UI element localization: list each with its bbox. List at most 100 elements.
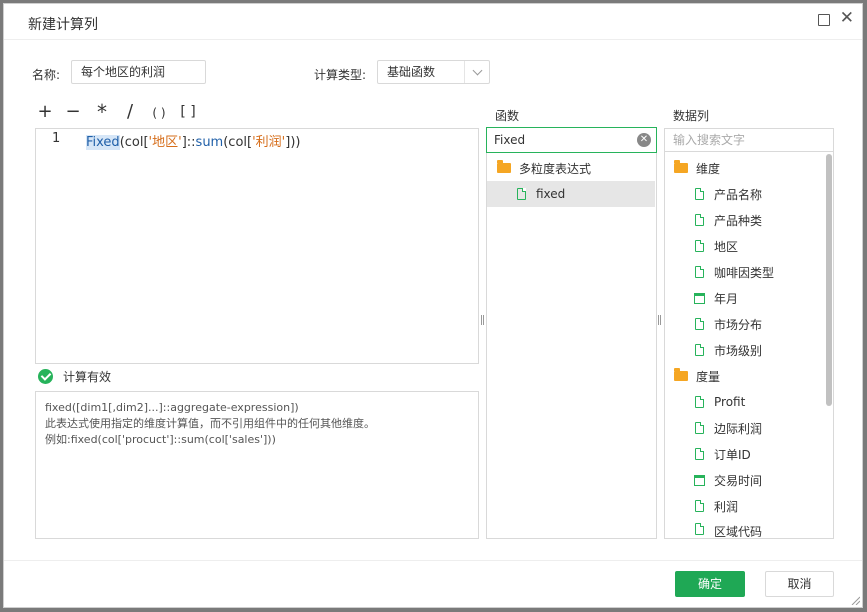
column-item-label: Profit [714, 395, 746, 409]
folder-open-icon [674, 368, 688, 381]
multiply-button[interactable]: * [88, 102, 116, 124]
code-token: ]:: [181, 135, 196, 150]
columns-header: 数据列 [673, 109, 710, 123]
code-token-string: '利润' [252, 135, 286, 150]
function-search-input[interactable]: Fixed ✕ [486, 127, 657, 153]
plus-button[interactable]: + [32, 102, 58, 124]
confirm-button[interactable]: 确定 [675, 571, 745, 597]
doc-icon [695, 214, 704, 226]
column-item-label: 边际利润 [714, 421, 763, 436]
column-item-label: 产品种类 [714, 213, 763, 228]
code-token-string: '地区' [148, 135, 182, 150]
doc-icon [695, 240, 704, 252]
brackets-button[interactable]: [ ] [174, 102, 202, 124]
calc-type-select[interactable]: 基础函数 [377, 60, 490, 84]
header-divider [4, 39, 862, 40]
parens-button[interactable]: ( ) [144, 102, 174, 124]
column-group-dimension[interactable]: 维度 [674, 155, 720, 181]
clear-icon[interactable]: ✕ [637, 133, 651, 147]
column-item-label: 产品名称 [714, 187, 763, 202]
column-item[interactable]: 市场级别 [695, 337, 762, 363]
doc-icon [695, 266, 704, 278]
function-doc-icon [517, 188, 526, 200]
selected-row-highlight [487, 181, 655, 207]
column-item-label: 市场级别 [714, 343, 763, 358]
column-item[interactable]: 订单ID [695, 441, 751, 467]
close-icon[interactable]: ✕ [840, 9, 854, 27]
help-line: fixed([dim1[,dim2]...]::aggregate-expres… [45, 401, 299, 414]
column-item[interactable]: 区域代码 [695, 519, 762, 537]
function-item-label: fixed [536, 187, 566, 201]
column-item-label: 年月 [714, 291, 739, 306]
column-item[interactable]: 边际利润 [695, 415, 762, 441]
doc-icon [695, 344, 704, 356]
column-item[interactable]: 利润 [695, 493, 738, 519]
column-item[interactable]: 地区 [695, 233, 738, 259]
column-item-label: 区域代码 [714, 525, 763, 537]
column-group-label: 度量 [696, 369, 721, 384]
column-item-label: 交易时间 [714, 473, 763, 488]
doc-icon [695, 448, 704, 460]
column-item[interactable]: 产品名称 [695, 181, 762, 207]
footer-divider [4, 560, 862, 561]
name-label: 名称: [32, 68, 61, 82]
code-token-function: Fixed [86, 135, 120, 150]
column-search-input[interactable]: 输入搜索文字 [664, 128, 834, 152]
column-item[interactable]: Profit [695, 389, 745, 415]
code-token: (col[ [119, 135, 149, 150]
column-item[interactable]: 咖啡因类型 [695, 259, 774, 285]
column-item[interactable]: 交易时间 [694, 467, 762, 493]
column-item-label: 咖啡因类型 [714, 265, 775, 280]
divide-button[interactable]: / [116, 102, 144, 124]
help-line: 此表达式使用指定的维度计算值，而不引用组件中的任何其他维度。 [45, 417, 375, 430]
scrollbar[interactable] [826, 154, 832, 406]
maximize-icon[interactable] [818, 14, 830, 26]
column-item-label: 订单ID [714, 447, 751, 462]
function-help: fixed([dim1[,dim2]...]::aggregate-expres… [35, 391, 479, 539]
doc-icon [695, 500, 704, 512]
column-item[interactable]: 产品种类 [695, 207, 762, 233]
doc-icon [695, 523, 704, 535]
calendar-icon [694, 474, 705, 486]
code-token: (col[ [223, 135, 253, 150]
column-item-label: 地区 [714, 239, 739, 254]
dialog-title: 新建计算列 [28, 17, 98, 33]
validation-text: 计算有效 [63, 370, 112, 384]
calendar-icon [694, 292, 705, 304]
formula-editor[interactable]: 1 Fixed(col['地区']::sum(col['利润'])) [35, 128, 479, 364]
column-group-label: 维度 [696, 161, 721, 176]
operator-toolbar: + − * / ( ) [ ] [32, 102, 202, 124]
line-number: 1 [52, 131, 61, 146]
folder-open-icon [674, 160, 688, 173]
column-item[interactable]: 市场分布 [695, 311, 762, 337]
resize-handle[interactable] [658, 315, 661, 325]
column-group-measure[interactable]: 度量 [674, 363, 720, 389]
doc-icon [695, 318, 704, 330]
column-item-label: 市场分布 [714, 317, 763, 332]
resize-handle[interactable] [481, 315, 484, 325]
doc-icon [695, 188, 704, 200]
minus-button[interactable]: − [58, 102, 88, 124]
function-category-label: 多粒度表达式 [519, 161, 592, 176]
cancel-button[interactable]: 取消 [765, 571, 834, 597]
doc-icon [695, 422, 704, 434]
chevron-down-icon[interactable] [464, 61, 489, 83]
function-search-value: Fixed [494, 133, 526, 147]
doc-icon [695, 396, 704, 408]
validation-status: 计算有效 [38, 368, 111, 385]
column-item[interactable]: 年月 [694, 285, 738, 311]
functions-header: 函数 [495, 109, 520, 123]
code-token-function: sum [195, 135, 224, 150]
code-token: ])) [285, 135, 301, 150]
resize-grip-icon[interactable] [850, 595, 860, 605]
name-input[interactable]: 每个地区的利润 [71, 60, 206, 84]
calc-type-value: 基础函数 [387, 65, 436, 79]
new-calculated-column-dialog: 新建计算列 ✕ 名称: 每个地区的利润 计算类型: 基础函数 + − * / (… [3, 3, 863, 608]
calc-type-label: 计算类型: [314, 68, 367, 82]
function-category[interactable]: 多粒度表达式 [497, 155, 591, 181]
formula-code[interactable]: Fixed(col['地区']::sum(col['利润'])) [86, 131, 300, 150]
folder-open-icon [497, 160, 511, 173]
help-line: 例如:fixed(col['procuct']::sum(col['sales'… [45, 433, 276, 446]
function-item[interactable]: fixed [517, 181, 565, 207]
column-item-label: 利润 [714, 499, 739, 514]
